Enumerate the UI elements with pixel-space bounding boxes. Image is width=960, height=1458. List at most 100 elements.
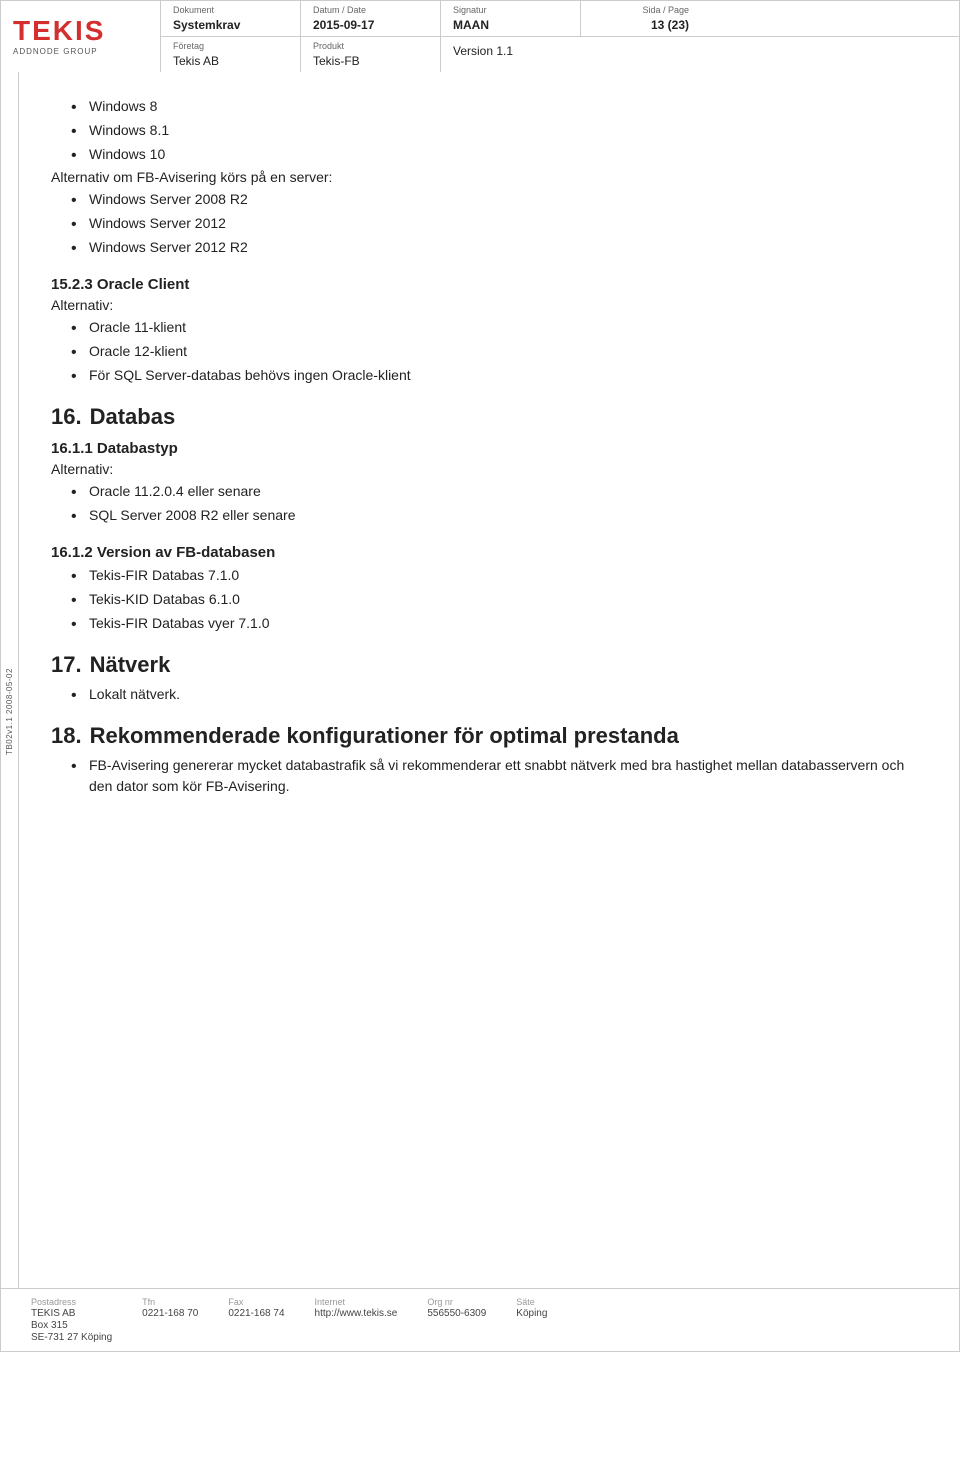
- footer-sate: Säte Köping: [516, 1297, 547, 1343]
- header-produkt: Produkt Tekis-FB: [301, 37, 441, 72]
- section-1612-heading: 16.1.2 Version av FB-databasen: [51, 544, 919, 561]
- list-item: Tekis-KID Databas 6.1.0: [71, 589, 919, 610]
- postadress-line2: Box 315: [31, 1320, 112, 1331]
- footer-org: Org nr 556550-6309: [427, 1297, 486, 1343]
- dokument-value: Systemkrav: [173, 18, 240, 32]
- header-meta: Dokument Systemkrav Datum / Date 2015-09…: [161, 1, 959, 72]
- header-version: Version 1.1: [441, 37, 581, 72]
- header-sida: Sida / Page 13 (23): [581, 1, 701, 36]
- section-18-number: 18.: [51, 723, 82, 749]
- signatur-value: MAAN: [453, 18, 489, 32]
- section-18-title: Rekommenderade konfigurationer för optim…: [90, 723, 679, 749]
- section-1612-number: 16.1.2: [51, 544, 93, 561]
- section-17: 17. Nätverk Lokalt nätverk.: [51, 652, 919, 705]
- footer-fax: Fax 0221-168 74: [228, 1297, 284, 1343]
- section-16-number: 16.: [51, 404, 82, 430]
- sidebar-rotated-area: TB02v1.1 2008-05-02: [1, 72, 19, 1351]
- section-1523: 15.2.3 Oracle Client Alternativ: Oracle …: [51, 276, 919, 386]
- section-18-body-list: FB-Avisering genererar mycket databastra…: [71, 755, 919, 797]
- section-16: 16. Databas: [51, 404, 919, 430]
- datum-label: Datum / Date: [313, 5, 428, 15]
- section-1612-title: Version av FB-databasen: [97, 544, 275, 561]
- postadress-line1: TEKIS AB: [31, 1308, 112, 1319]
- header-foretag: Företag Tekis AB: [161, 37, 301, 72]
- section-18-heading: 18. Rekommenderade konfigurationer för o…: [51, 723, 919, 749]
- org-value: 556550-6309: [427, 1308, 486, 1319]
- foretag-label: Företag: [173, 41, 288, 51]
- list-item: Windows 8: [71, 96, 919, 117]
- alternativ-label2: Alternativ:: [51, 461, 919, 477]
- list-item: Windows Server 2012: [71, 213, 919, 234]
- section-18: 18. Rekommenderade konfigurationer för o…: [51, 723, 919, 797]
- sate-value: Köping: [516, 1308, 547, 1319]
- databas-list: Oracle 11.2.0.4 eller senare SQL Server …: [71, 481, 919, 526]
- section-17-number: 17.: [51, 652, 82, 678]
- section-1523-heading: 15.2.3 Oracle Client: [51, 276, 919, 293]
- list-item: Windows Server 2008 R2: [71, 189, 919, 210]
- fbdb-list: Tekis-FIR Databas 7.1.0 Tekis-KID Databa…: [71, 565, 919, 634]
- document-content: Windows 8 Windows 8.1 Windows 10 Alterna…: [51, 96, 919, 797]
- list-item: Windows 8.1: [71, 120, 919, 141]
- tfn-label: Tfn: [142, 1297, 198, 1307]
- section-1523-title: Oracle Client: [97, 276, 190, 293]
- footer-tfn: Tfn 0221-168 70: [142, 1297, 198, 1343]
- datum-value: 2015-09-17: [313, 18, 374, 32]
- list-item: Windows 10: [71, 144, 919, 165]
- windows-list: Windows 8 Windows 8.1 Windows 10: [71, 96, 919, 165]
- alternativ-intro: Alternativ om FB-Avisering körs på en se…: [51, 169, 919, 185]
- list-item: För SQL Server-databas behövs ingen Orac…: [71, 365, 919, 386]
- footer-postadress: Postadress TEKIS AB Box 315 SE-731 27 Kö…: [31, 1297, 112, 1343]
- section-16-heading: 16. Databas: [51, 404, 919, 430]
- list-item: Tekis-FIR Databas vyer 7.1.0: [71, 613, 919, 634]
- list-item: Windows Server 2012 R2: [71, 237, 919, 258]
- produkt-value: Tekis-FB: [313, 54, 360, 68]
- oracle-list: Oracle 11-klient Oracle 12-klient För SQ…: [71, 317, 919, 386]
- produkt-label: Produkt: [313, 41, 428, 51]
- internet-label: Internet: [315, 1297, 398, 1307]
- page-footer: Postadress TEKIS AB Box 315 SE-731 27 Kö…: [1, 1288, 959, 1351]
- fax-label: Fax: [228, 1297, 284, 1307]
- list-item: Tekis-FIR Databas 7.1.0: [71, 565, 919, 586]
- list-item: FB-Avisering genererar mycket databastra…: [71, 755, 919, 797]
- company-logo: TEKIS ADDNODE GROUP: [1, 1, 161, 72]
- header-dokument: Dokument Systemkrav: [161, 1, 301, 36]
- alternativ-label: Alternativ:: [51, 297, 919, 313]
- logo-subtext: ADDNODE GROUP: [13, 47, 98, 56]
- signatur-label: Signatur: [453, 5, 568, 15]
- fax-value: 0221-168 74: [228, 1308, 284, 1319]
- natverk-list: Lokalt nätverk.: [71, 684, 919, 705]
- section-17-title: Nätverk: [90, 652, 171, 678]
- section-1611-title: Databastyp: [97, 440, 178, 457]
- dokument-label: Dokument: [173, 5, 288, 15]
- list-item: Oracle 12-klient: [71, 341, 919, 362]
- section-1611: 16.1.1 Databastyp Alternativ: Oracle 11.…: [51, 440, 919, 526]
- footer-internet: Internet http://www.tekis.se: [315, 1297, 398, 1343]
- section-18-body: FB-Avisering genererar mycket databastra…: [89, 757, 904, 794]
- header-meta-top: Dokument Systemkrav Datum / Date 2015-09…: [161, 1, 959, 37]
- list-item: Lokalt nätverk.: [71, 684, 919, 705]
- list-item: Oracle 11.2.0.4 eller senare: [71, 481, 919, 502]
- sate-label: Säte: [516, 1297, 547, 1307]
- section-17-heading: 17. Nätverk: [51, 652, 919, 678]
- sidebar-version-text: TB02v1.1 2008-05-02: [5, 668, 14, 755]
- foretag-value: Tekis AB: [173, 54, 219, 68]
- section-1612: 16.1.2 Version av FB-databasen Tekis-FIR…: [51, 544, 919, 634]
- sida-value: 13 (23): [651, 18, 689, 32]
- section-1611-number: 16.1.1: [51, 440, 93, 457]
- server-list: Windows Server 2008 R2 Windows Server 20…: [71, 189, 919, 258]
- list-item: Oracle 11-klient: [71, 317, 919, 338]
- list-item: SQL Server 2008 R2 eller senare: [71, 505, 919, 526]
- section-1611-heading: 16.1.1 Databastyp: [51, 440, 919, 457]
- header-signatur: Signatur MAAN: [441, 1, 581, 36]
- main-content-area: TB02v1.1 2008-05-02 Windows 8 Windows 8.…: [0, 72, 960, 1352]
- header-meta-bottom: Företag Tekis AB Produkt Tekis-FB Versio…: [161, 37, 959, 72]
- internet-value: http://www.tekis.se: [315, 1308, 398, 1319]
- sida-label: Sida / Page: [593, 5, 689, 15]
- section-16-title: Databas: [90, 404, 176, 430]
- tfn-value: 0221-168 70: [142, 1308, 198, 1319]
- logo-name: TEKIS: [13, 17, 105, 45]
- org-label: Org nr: [427, 1297, 486, 1307]
- version-value: Version 1.1: [453, 44, 513, 58]
- postadress-label: Postadress: [31, 1297, 112, 1307]
- page-header: TEKIS ADDNODE GROUP Dokument Systemkrav …: [0, 0, 960, 72]
